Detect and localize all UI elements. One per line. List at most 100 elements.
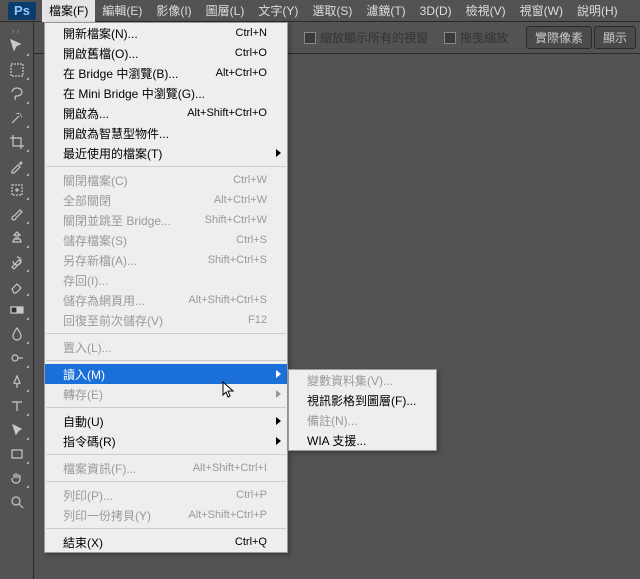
blur-tool[interactable] (4, 323, 30, 345)
file-menu-item-20: 轉存(E) (45, 384, 287, 404)
file-menu-item-0[interactable]: 開新檔案(N)...Ctrl+N (45, 23, 287, 43)
file-menu-sep (46, 333, 286, 334)
file-menu-item-23[interactable]: 指令碼(R) (45, 431, 287, 451)
menu-item-shortcut: Shift+Ctrl+W (205, 214, 267, 226)
menu-4[interactable]: 文字(Y) (251, 0, 305, 22)
menu-item-label: 關閉並跳至 Bridge... (63, 212, 205, 229)
import-menu-item-0: 變數資料集(V)... (289, 370, 436, 390)
menu-6[interactable]: 濾鏡(T) (359, 0, 412, 22)
marquee-tool[interactable] (4, 59, 30, 81)
fit-screen-button[interactable]: 顯示 (594, 26, 636, 49)
file-menu-item-1[interactable]: 開啟舊檔(O)...Ctrl+O (45, 43, 287, 63)
file-menu-item-13: 存回(I)... (45, 270, 287, 290)
file-menu-item-2[interactable]: 在 Bridge 中瀏覽(B)...Alt+Ctrl+O (45, 63, 287, 83)
menu-item-shortcut: Ctrl+P (236, 489, 267, 501)
menu-item-shortcut: Alt+Ctrl+O (216, 67, 267, 79)
menu-item-label: 備註(N)... (307, 412, 416, 429)
menu-2[interactable]: 影像(I) (149, 0, 198, 22)
history-brush-tool[interactable] (4, 251, 30, 273)
move-tool[interactable] (4, 35, 30, 57)
eyedropper-tool[interactable] (4, 155, 30, 177)
file-menu-sep (46, 481, 286, 482)
menu-item-shortcut: Alt+Shift+Ctrl+P (188, 509, 267, 521)
menu-item-label: 轉存(E) (63, 386, 267, 403)
menu-item-shortcut: Ctrl+W (233, 174, 267, 186)
menu-5[interactable]: 選取(S) (305, 0, 359, 22)
menu-item-shortcut: Alt+Ctrl+W (214, 194, 267, 206)
menu-3[interactable]: 圖層(L) (199, 0, 252, 22)
file-menu-sep (46, 454, 286, 455)
menu-item-label: 在 Mini Bridge 中瀏覽(G)... (63, 85, 267, 102)
menu-1[interactable]: 編輯(E) (95, 0, 149, 22)
actual-pixels-button[interactable]: 實際像素 (526, 26, 592, 49)
crop-tool[interactable] (4, 131, 30, 153)
checkbox-icon[interactable] (444, 32, 456, 44)
menu-item-label: 開啟舊檔(O)... (63, 45, 235, 62)
checkbox-icon[interactable] (304, 32, 316, 44)
file-menu-item-4[interactable]: 開啟為...Alt+Shift+Ctrl+O (45, 103, 287, 123)
menu-item-label: 結束(X) (63, 534, 235, 551)
menu-item-shortcut: Alt+Shift+Ctrl+I (193, 462, 267, 474)
menu-item-label: 檔案資訊(F)... (63, 460, 193, 477)
healing-brush-tool[interactable] (4, 179, 30, 201)
import-menu-item-1[interactable]: 視訊影格到圖層(F)... (289, 390, 436, 410)
menu-item-label: 開啟為智慧型物件... (63, 125, 267, 142)
type-tool[interactable] (4, 395, 30, 417)
menu-0[interactable]: 檔案(F) (42, 0, 95, 22)
menu-item-label: 自動(U) (63, 413, 267, 430)
magic-wand-tool[interactable] (4, 107, 30, 129)
file-menu-item-3[interactable]: 在 Mini Bridge 中瀏覽(G)... (45, 83, 287, 103)
file-menu-item-10: 關閉並跳至 Bridge...Shift+Ctrl+W (45, 210, 287, 230)
file-menu-item-22[interactable]: 自動(U) (45, 411, 287, 431)
import-submenu-dropdown: 變數資料集(V)... 視訊影格到圖層(F)... 備註(N)...WIA 支援..… (288, 369, 437, 451)
menu-item-label: 置入(L)... (63, 339, 267, 356)
file-menu-item-5[interactable]: 開啟為智慧型物件... (45, 123, 287, 143)
import-menu-item-3[interactable]: WIA 支援... (289, 430, 436, 450)
menu-item-label: 開啟為... (63, 105, 187, 122)
submenu-arrow-icon (276, 437, 281, 445)
menu-item-label: 視訊影格到圖層(F)... (307, 392, 416, 409)
menu-item-label: 另存新檔(A)... (63, 252, 208, 269)
submenu-arrow-icon (276, 149, 281, 157)
file-menu-item-28: 列印一份拷貝(Y)Alt+Shift+Ctrl+P (45, 505, 287, 525)
zoom-tool[interactable] (4, 491, 30, 513)
menu-9[interactable]: 視窗(W) (513, 0, 570, 22)
menu-item-label: 列印(P)... (63, 487, 236, 504)
menu-8[interactable]: 檢視(V) (459, 0, 513, 22)
file-menu-item-11: 儲存檔案(S)Ctrl+S (45, 230, 287, 250)
hand-tool[interactable] (4, 467, 30, 489)
gradient-tool[interactable] (4, 299, 30, 321)
dodge-tool[interactable] (4, 347, 30, 369)
menu-10[interactable]: 說明(H) (570, 0, 625, 22)
app-logo: Ps (8, 2, 36, 20)
menu-item-shortcut: F12 (248, 314, 267, 326)
menu-7[interactable]: 3D(D) (413, 0, 459, 22)
menu-item-label: 開新檔案(N)... (63, 25, 236, 42)
lasso-tool[interactable] (4, 83, 30, 105)
rectangle-tool[interactable] (4, 443, 30, 465)
opt-scrubby-zoom[interactable]: 拖曳縮放 (444, 29, 508, 46)
menu-item-shortcut: Alt+Shift+Ctrl+O (187, 107, 267, 119)
file-menu-dropdown: 開新檔案(N)...Ctrl+N開啟舊檔(O)...Ctrl+O在 Bridge… (44, 22, 288, 553)
file-menu-item-12: 另存新檔(A)...Shift+Ctrl+S (45, 250, 287, 270)
menu-item-label: 存回(I)... (63, 272, 267, 289)
submenu-arrow-icon (276, 390, 281, 398)
menu-item-label: 指令碼(R) (63, 433, 267, 450)
file-menu-item-6[interactable]: 最近使用的檔案(T) (45, 143, 287, 163)
menu-item-label: 回復至前次儲存(V) (63, 312, 248, 329)
opt-zoom-all-windows[interactable]: 縮放顯示所有的視窗 (304, 29, 428, 46)
file-menu-item-8: 關閉檔案(C)Ctrl+W (45, 170, 287, 190)
toolbox: ›› (0, 22, 34, 579)
eraser-tool[interactable] (4, 275, 30, 297)
menu-item-shortcut: Shift+Ctrl+S (208, 254, 267, 266)
clone-stamp-tool[interactable] (4, 227, 30, 249)
path-selection-tool[interactable] (4, 419, 30, 441)
brush-tool[interactable] (4, 203, 30, 225)
file-menu-item-19[interactable]: 讀入(M) (45, 364, 287, 384)
file-menu-item-30[interactable]: 結束(X)Ctrl+Q (45, 532, 287, 552)
panel-handle[interactable]: ›› (2, 26, 32, 34)
menu-item-label: 全部關閉 (63, 192, 214, 209)
file-menu-item-9: 全部關閉Alt+Ctrl+W (45, 190, 287, 210)
menu-item-shortcut: Alt+Shift+Ctrl+S (188, 294, 267, 306)
pen-tool[interactable] (4, 371, 30, 393)
